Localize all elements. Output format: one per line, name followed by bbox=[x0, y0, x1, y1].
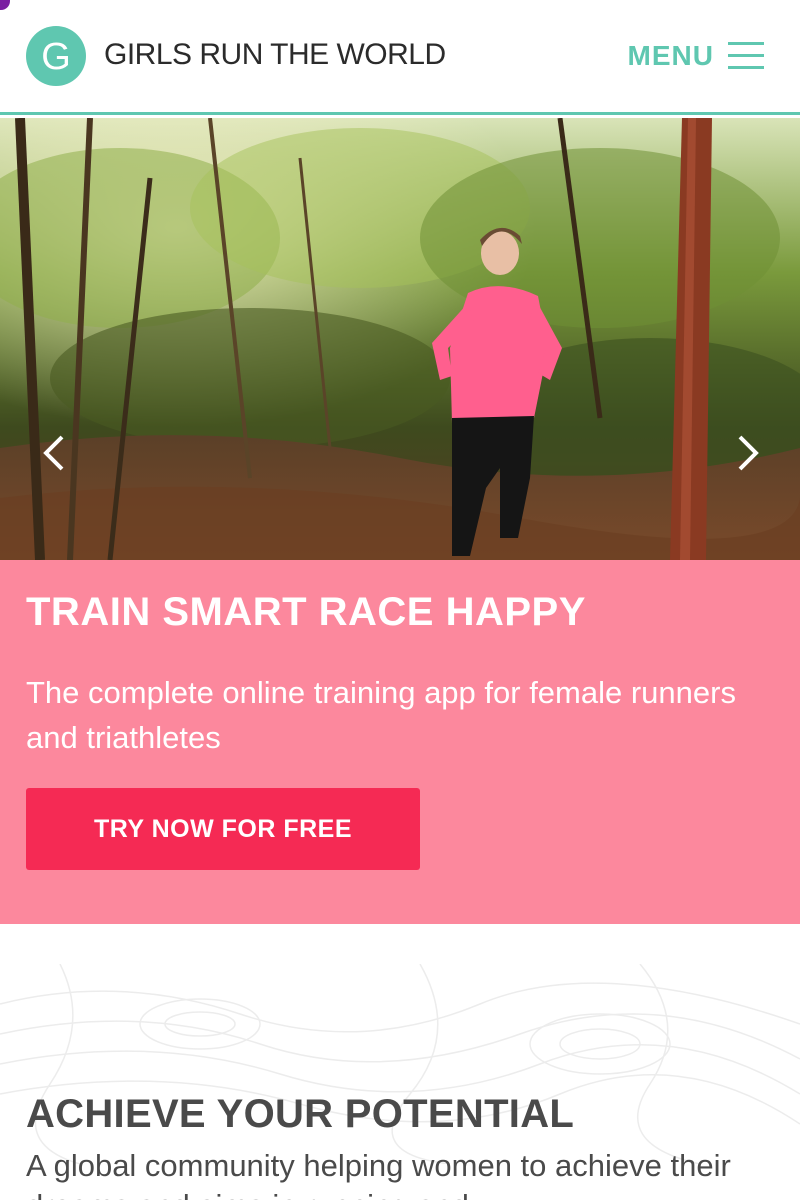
promo-subtitle: The complete online training app for fem… bbox=[26, 675, 736, 755]
hero-image bbox=[0, 118, 800, 560]
section-title: ACHIEVE YOUR POTENTIAL bbox=[26, 1092, 575, 1136]
potential-section: ACHIEVE YOUR POTENTIAL A global communit… bbox=[0, 924, 800, 1200]
chevron-left-icon bbox=[43, 435, 64, 471]
promo-title: TRAIN SMART RACE HAPPY bbox=[26, 590, 586, 634]
carousel-prev-button[interactable] bbox=[34, 423, 74, 483]
menu-button[interactable]: MENU bbox=[628, 36, 764, 76]
brand-name[interactable]: GIRLS RUN THE WORLD bbox=[104, 38, 446, 72]
hero-carousel bbox=[0, 118, 800, 560]
logo-icon[interactable]: G bbox=[26, 26, 86, 86]
try-now-button[interactable]: TRY NOW FOR FREE bbox=[26, 788, 420, 870]
menu-label: MENU bbox=[627, 40, 714, 71]
chevron-right-icon bbox=[738, 435, 759, 471]
promo-banner: TRAIN SMART RACE HAPPY The complete onli… bbox=[0, 560, 800, 924]
section-body: A global community helping women to achi… bbox=[26, 1148, 731, 1200]
svg-text:G: G bbox=[41, 36, 71, 78]
site-header: G GIRLS RUN THE WORLD MENU bbox=[0, 0, 800, 115]
hamburger-icon bbox=[728, 42, 764, 70]
carousel-next-button[interactable] bbox=[728, 423, 768, 483]
